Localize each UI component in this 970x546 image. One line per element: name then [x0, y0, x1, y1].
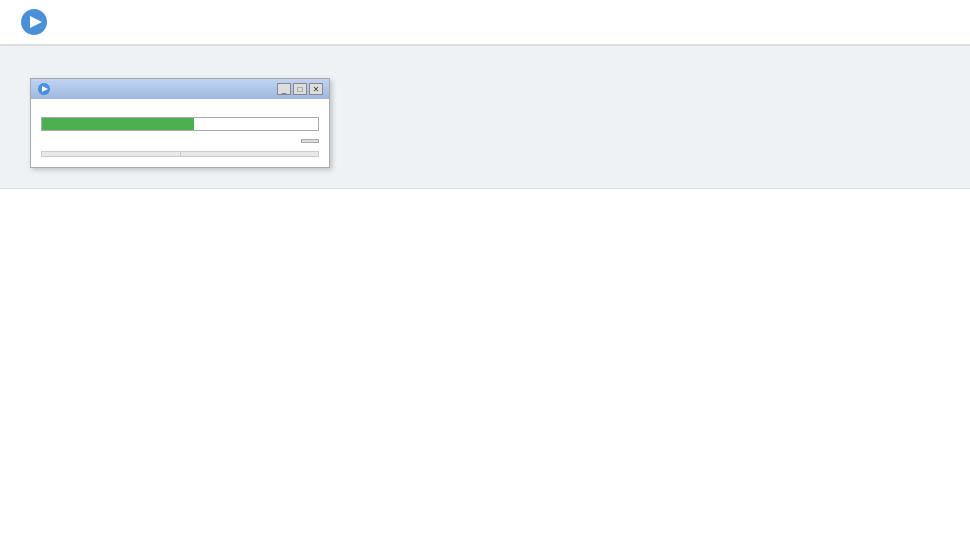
cancel-button[interactable]: [301, 139, 319, 143]
win-close[interactable]: ✕: [309, 83, 323, 95]
logo-icon: [20, 8, 48, 36]
hero-center: [387, 66, 649, 168]
pick-apps-section: [0, 189, 970, 259]
header: [0, 0, 970, 45]
win-maximize[interactable]: □: [293, 83, 307, 95]
installer-titlebar: _ □ ✕: [31, 79, 329, 99]
hero-section: _ □ ✕: [0, 46, 970, 188]
installer-body: [31, 99, 329, 167]
logo[interactable]: [20, 8, 54, 36]
col-status: [180, 152, 319, 157]
installer-title-left: [37, 82, 55, 96]
installer-links: [41, 139, 319, 143]
progress-bar-fill: [42, 118, 194, 130]
win-buttons: _ □ ✕: [277, 83, 323, 95]
installer-logo-icon: [37, 82, 51, 96]
installer-window: _ □ ✕: [30, 78, 330, 168]
hero-left: _ □ ✕: [30, 66, 357, 168]
installer-table: [41, 151, 319, 157]
table-header-row: [42, 152, 319, 157]
progress-bar: [41, 117, 319, 131]
col-application: [42, 152, 181, 157]
win-minimize[interactable]: _: [277, 83, 291, 95]
hero-right: [678, 66, 940, 168]
